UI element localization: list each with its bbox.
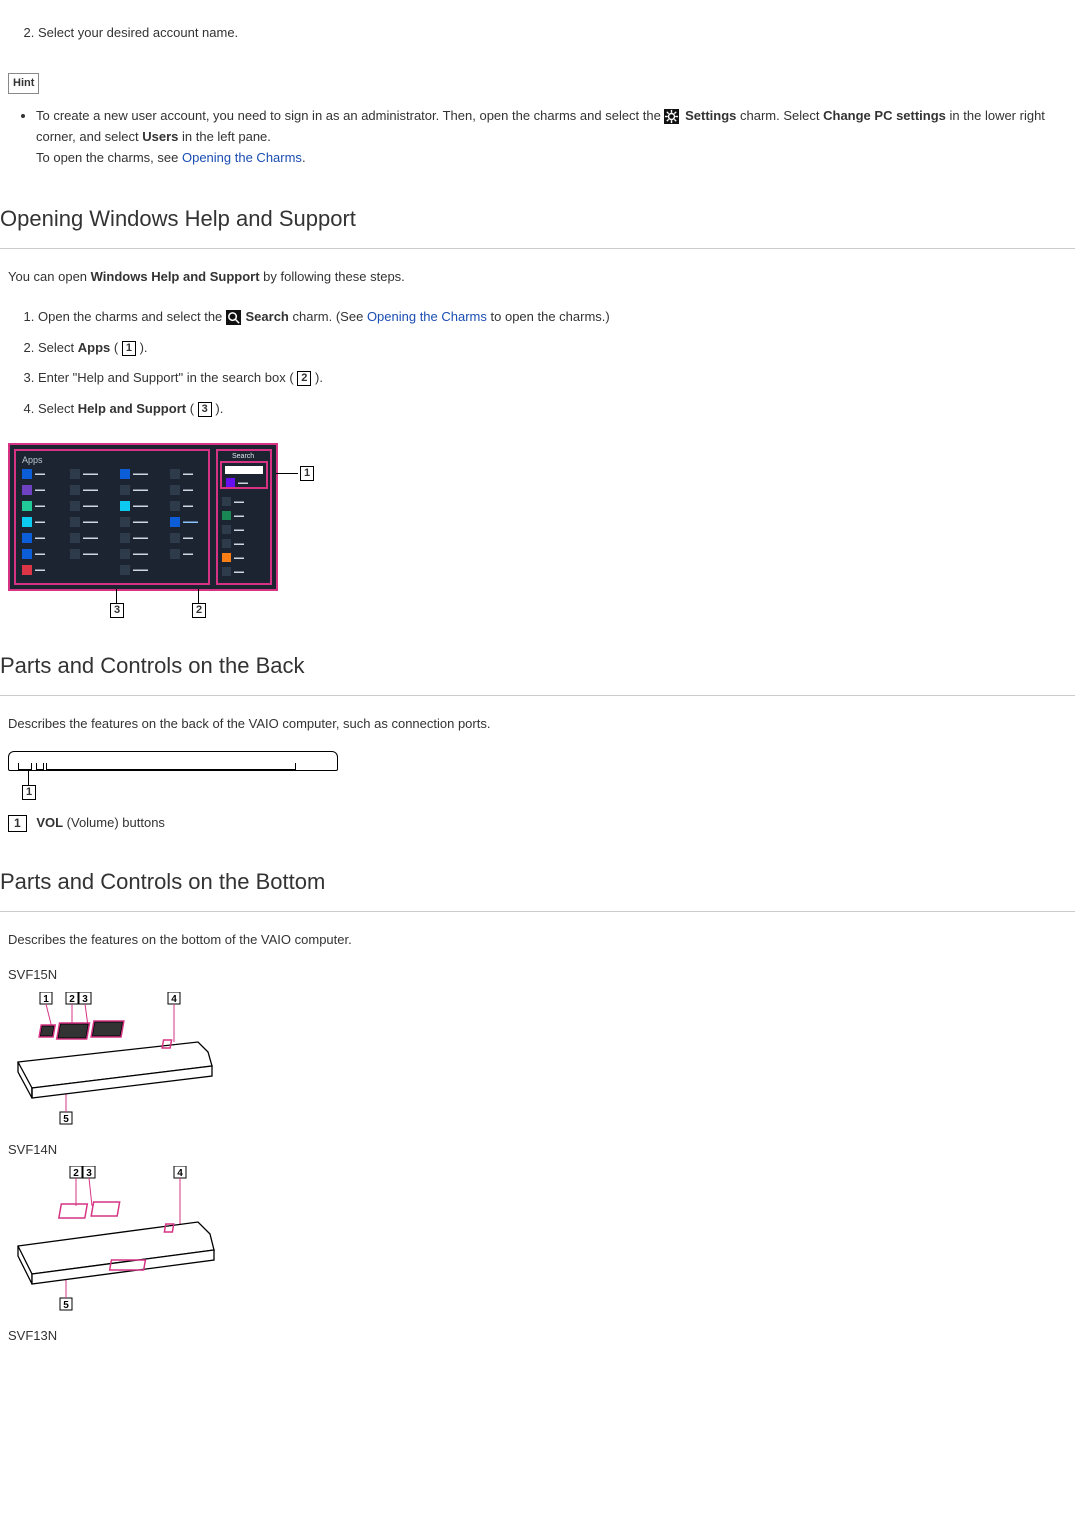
callout-2: 2 — [192, 603, 206, 618]
text: ). — [212, 401, 224, 416]
callout-1: 1 — [122, 341, 136, 356]
switch-user-step-2: Select your desired account name. — [38, 18, 1067, 49]
text: to open the charms.) — [491, 309, 610, 324]
change-pc-settings-label: Change PC settings — [823, 108, 946, 123]
model-svf15n: SVF15N — [8, 965, 1067, 986]
help-step-3: Enter "Help and Support" in the search b… — [38, 363, 1067, 394]
help-support-intro: You can open Windows Help and Support by… — [8, 267, 1067, 288]
section-heading-bottom: Parts and Controls on the Bottom — [0, 864, 1075, 912]
opening-charms-link[interactable]: Opening the Charms — [367, 309, 487, 324]
callout-1: 1 — [22, 785, 36, 800]
callout-3: 3 — [110, 603, 124, 618]
search-panel: Search ▬▬ ▬▬ ▬▬ ▬▬ ▬▬ ▬▬ ▬▬ — [216, 449, 272, 585]
leader-line — [276, 473, 298, 474]
apps-header: Apps — [22, 453, 43, 467]
callout-1: 1 — [300, 466, 314, 481]
model-svf14n: SVF14N — [8, 1140, 1067, 1161]
svg-text:3: 3 — [82, 994, 88, 1005]
apps-search-diagram: Apps ▬▬ ▬▬ ▬▬ ▬▬ ▬▬ ▬▬ ▬▬ ▬▬▬ ▬▬▬ ▬▬▬ ▬▬… — [8, 443, 318, 618]
svg-text:5: 5 — [63, 1300, 69, 1311]
svg-text:2: 2 — [73, 1168, 79, 1179]
help-step-1: Open the charms and select the Search ch… — [38, 302, 1067, 333]
leader-line — [28, 771, 29, 785]
model-svf13n: SVF13N — [8, 1326, 1067, 1347]
bottom-diagram-svf15n: 1 2 3 4 5 — [8, 992, 226, 1132]
text: by following these steps. — [263, 269, 405, 284]
apps-label: Apps — [78, 340, 111, 355]
hint-text: charm. Select — [740, 108, 823, 123]
bottom-diagram-svf14n: 2 3 4 5 — [8, 1166, 226, 1316]
text: ). — [311, 370, 323, 385]
hint-text: in the left pane. — [182, 129, 271, 144]
back-intro: Describes the features on the back of th… — [8, 714, 1067, 735]
help-step-2: Select Apps ( 1 ). — [38, 333, 1067, 364]
svg-text:4: 4 — [177, 1168, 183, 1179]
svg-text:1: 1 — [43, 994, 49, 1005]
vol-desc: (Volume) buttons — [63, 815, 165, 830]
opening-charms-link[interactable]: Opening the Charms — [182, 150, 302, 165]
back-notch — [36, 763, 44, 770]
text: You can open — [8, 269, 91, 284]
svg-text:4: 4 — [171, 994, 177, 1005]
search-charm-label: Search — [246, 309, 289, 324]
text: Select — [38, 340, 78, 355]
text: Select — [38, 401, 78, 416]
apps-screen: Apps ▬▬ ▬▬ ▬▬ ▬▬ ▬▬ ▬▬ ▬▬ ▬▬▬ ▬▬▬ ▬▬▬ ▬▬… — [8, 443, 278, 591]
help-and-support-label: Help and Support — [78, 401, 186, 416]
hint-text: To create a new user account, you need t… — [36, 108, 664, 123]
back-item-1: 1 VOL (Volume) buttons — [8, 813, 1067, 834]
search-box-highlight: ▬▬ — [220, 461, 268, 489]
vol-label: VOL — [36, 815, 63, 830]
back-lid-edge — [46, 763, 296, 770]
windows-help-label: Windows Help and Support — [91, 269, 260, 284]
leader-line — [116, 589, 117, 603]
hint-open-charms-prefix: To open the charms, see — [36, 150, 182, 165]
leader-line — [198, 589, 199, 603]
bottom-intro: Describes the features on the bottom of … — [8, 930, 1067, 951]
period: . — [302, 150, 306, 165]
text: ). — [136, 340, 148, 355]
text: Enter "Help and Support" in the search b… — [38, 370, 297, 385]
apps-grid-panel: Apps ▬▬ ▬▬ ▬▬ ▬▬ ▬▬ ▬▬ ▬▬ ▬▬▬ ▬▬▬ ▬▬▬ ▬▬… — [14, 449, 210, 585]
text: Open the charms and select the — [38, 309, 226, 324]
callout-3: 3 — [198, 402, 212, 417]
section-heading-back: Parts and Controls on the Back — [0, 648, 1075, 696]
callout-1: 1 — [8, 815, 27, 832]
svg-text:3: 3 — [86, 1168, 92, 1179]
volume-buttons — [18, 763, 32, 770]
hint-item: To create a new user account, you need t… — [36, 104, 1067, 170]
text: ( — [114, 340, 122, 355]
settings-icon — [664, 109, 679, 124]
help-step-4: Select Help and Support ( 3 ). — [38, 394, 1067, 425]
callout-2: 2 — [297, 371, 311, 386]
section-heading-help-support: Opening Windows Help and Support — [0, 201, 1075, 249]
search-icon — [226, 310, 241, 325]
text: ( — [190, 401, 198, 416]
hint-label: Hint — [8, 73, 39, 95]
settings-charm-label: Settings — [685, 108, 736, 123]
back-diagram: 1 — [8, 751, 348, 799]
users-label: Users — [142, 129, 178, 144]
svg-text:5: 5 — [63, 1114, 69, 1125]
svg-text:2: 2 — [69, 994, 75, 1005]
text: charm. (See — [293, 309, 367, 324]
